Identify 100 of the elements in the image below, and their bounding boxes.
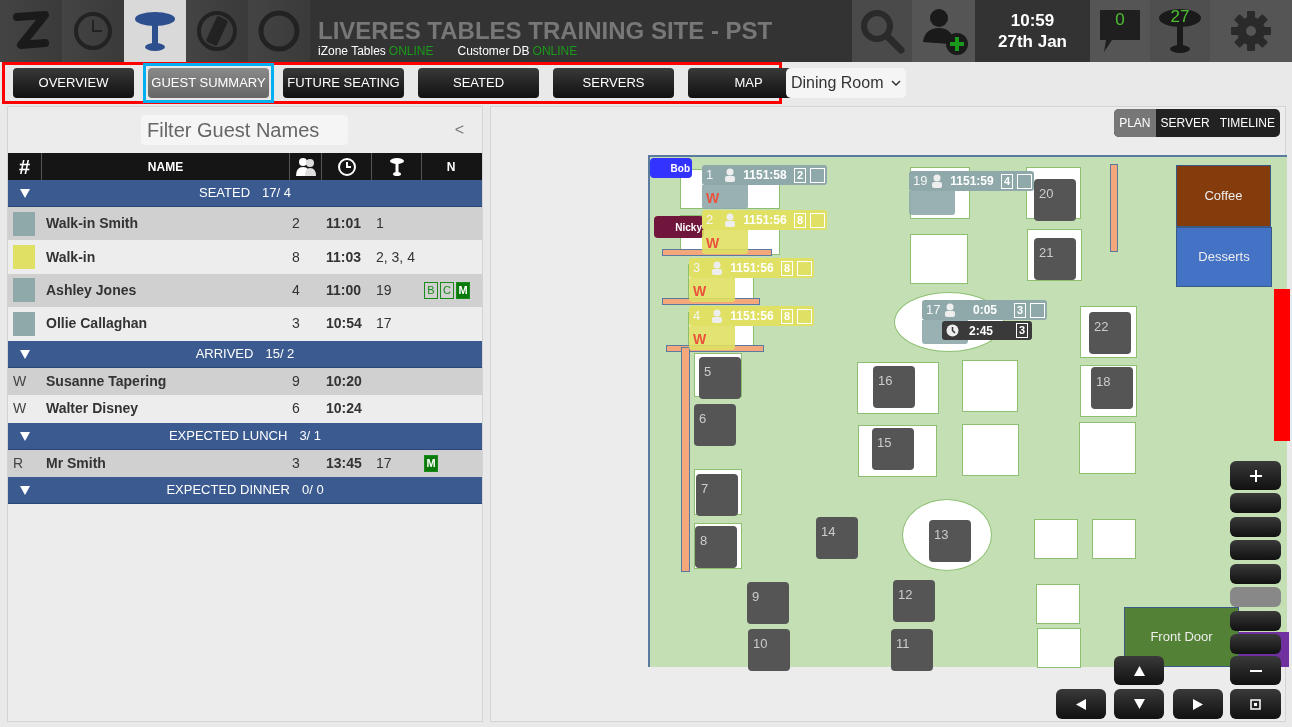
nav-tab[interactable]: GUEST SUMMARY <box>148 68 269 98</box>
launcher-button[interactable] <box>124 0 186 62</box>
group-header[interactable]: EXPECTED LUNCH 3/ 1 <box>8 422 482 450</box>
note-badge: M <box>424 454 438 472</box>
view-tab[interactable]: PLAN <box>1114 109 1156 137</box>
cover-count: 3 <box>1014 302 1027 318</box>
table[interactable]: 16 <box>857 362 939 414</box>
guest-row[interactable]: W Susanne Tapering 9 10:20 <box>8 367 482 396</box>
occupied-table[interactable]: 10 <box>748 629 790 671</box>
occupied-table[interactable]: 13 <box>929 520 971 562</box>
table-number: 14 <box>821 524 836 539</box>
table[interactable]: 22 <box>1080 306 1137 358</box>
occupied-table[interactable]: 12 <box>893 580 935 622</box>
occupied-table[interactable]: 14 <box>816 517 858 559</box>
minus-icon <box>1249 668 1262 673</box>
occupied-table[interactable]: 7 <box>696 474 738 516</box>
server-tag[interactable]: Nicky <box>654 216 704 238</box>
group-header[interactable]: EXPECTED DINNER 0/ 0 <box>8 477 482 505</box>
up-arrow-icon <box>1133 665 1145 676</box>
collapse-button[interactable]: < <box>454 118 464 142</box>
person-icon <box>931 174 943 188</box>
person-icon <box>711 309 723 323</box>
server-tag[interactable]: Bob <box>650 158 692 178</box>
group-label: EXPECTED LUNCH <box>168 426 288 445</box>
guest-count: 3 <box>292 454 300 471</box>
occupied-table[interactable]: 9 <box>747 582 789 624</box>
zoom-step[interactable] <box>1230 493 1281 513</box>
view-tab[interactable]: TIMELINE <box>1214 109 1280 137</box>
guest-time: 10:54 <box>326 315 362 332</box>
nav-tab[interactable]: SEATED <box>418 68 539 98</box>
guest-count: 8 <box>292 248 300 265</box>
occupied-table[interactable]: 5 <box>699 357 741 399</box>
seated-block <box>909 191 955 215</box>
fit-button[interactable] <box>1230 689 1281 719</box>
clock-date: 27th Jan <box>998 31 1067 52</box>
occupied-table[interactable]: 6 <box>694 404 736 446</box>
person-icon <box>944 303 956 317</box>
tables-button[interactable]: 27 <box>1150 0 1210 62</box>
status-square <box>810 167 826 183</box>
guest-time: 10:20 <box>326 372 362 389</box>
table-number: 5 <box>704 364 712 379</box>
status-square <box>1030 302 1046 318</box>
nav-tab[interactable]: OVERVIEW <box>13 68 134 98</box>
table-number: 1 <box>706 166 715 185</box>
table-numbers: 19 <box>376 281 392 298</box>
group-label: SEATED <box>199 184 251 203</box>
guest-count: 9 <box>292 372 300 389</box>
table-number: 4 <box>693 307 702 326</box>
caret-icon[interactable] <box>20 430 30 441</box>
status-square <box>810 212 826 228</box>
waiter-label: W <box>693 330 707 349</box>
area-label: Desserts <box>1198 248 1250 267</box>
guest-time: 11:01 <box>326 215 362 232</box>
nav-tab[interactable]: SERVERS <box>553 68 674 98</box>
column-header[interactable]: NAME <box>147 157 184 176</box>
seated-timer: 1151:56 <box>742 212 788 229</box>
status-value: ONLINE <box>388 44 434 58</box>
caret-icon[interactable] <box>20 188 30 198</box>
guest-row[interactable]: R Mr Smith 3 13:45 17 M <box>8 449 482 478</box>
guest-time: 13:45 <box>326 454 362 471</box>
zoom-step[interactable] <box>1230 540 1281 560</box>
pan-right-button[interactable] <box>1173 689 1223 719</box>
clock-time: 10:59 <box>1010 10 1055 31</box>
cover-count: 8 <box>781 260 794 276</box>
table[interactable]: 21 <box>1027 229 1082 281</box>
seated-timer: 1151:59 <box>949 173 995 190</box>
status-square <box>797 260 813 276</box>
zoom-in-button[interactable] <box>1230 461 1281 490</box>
area-zone[interactable]: Coffee <box>1176 165 1271 227</box>
cover-count: 3 <box>1015 323 1028 338</box>
table[interactable]: 15 <box>858 425 937 477</box>
group-header[interactable]: ARRIVED 15/ 2 <box>8 340 482 368</box>
guest-row[interactable]: Walk-in Smith 2 11:01 1 <box>8 207 482 241</box>
pan-left-button[interactable] <box>1056 689 1106 719</box>
group-header[interactable]: SEATED 17/ 4 <box>8 180 482 207</box>
column-header[interactable]: # <box>18 155 31 178</box>
caret-icon[interactable] <box>20 485 30 496</box>
left-arrow-icon <box>1076 698 1086 710</box>
filter-field[interactable]: Filter Guest Names <box>141 115 348 145</box>
area-zone[interactable]: Desserts <box>1176 227 1272 287</box>
guest-row[interactable]: Ashley Jones 4 11:00 19 B C M <box>8 273 482 308</box>
table[interactable]: 20 <box>1026 167 1081 219</box>
room-dropdown[interactable]: Dining Room <box>786 68 907 98</box>
pan-down-button[interactable] <box>1114 689 1164 719</box>
occupied-table[interactable]: 11 <box>891 629 933 671</box>
seated-timer: 0:05 <box>972 302 998 319</box>
zoom-out-button[interactable] <box>1230 656 1281 685</box>
occupied-table[interactable]: 8 <box>695 526 737 568</box>
column-header[interactable]: N <box>446 157 456 176</box>
caret-icon[interactable] <box>20 348 30 359</box>
add-guest-button[interactable] <box>912 0 975 62</box>
status-square <box>797 308 813 324</box>
nav-tab[interactable]: FUTURE SEATING <box>283 68 404 98</box>
pan-up-button[interactable] <box>1114 656 1164 685</box>
messages-button[interactable]: 0 <box>1090 0 1150 62</box>
view-tab[interactable]: SERVER <box>1155 109 1215 137</box>
table[interactable]: 18 <box>1080 365 1137 417</box>
table-icon <box>1157 6 1203 56</box>
group-label: ARRIVED <box>195 344 254 363</box>
guest-name: Ashley Jones <box>46 281 137 298</box>
